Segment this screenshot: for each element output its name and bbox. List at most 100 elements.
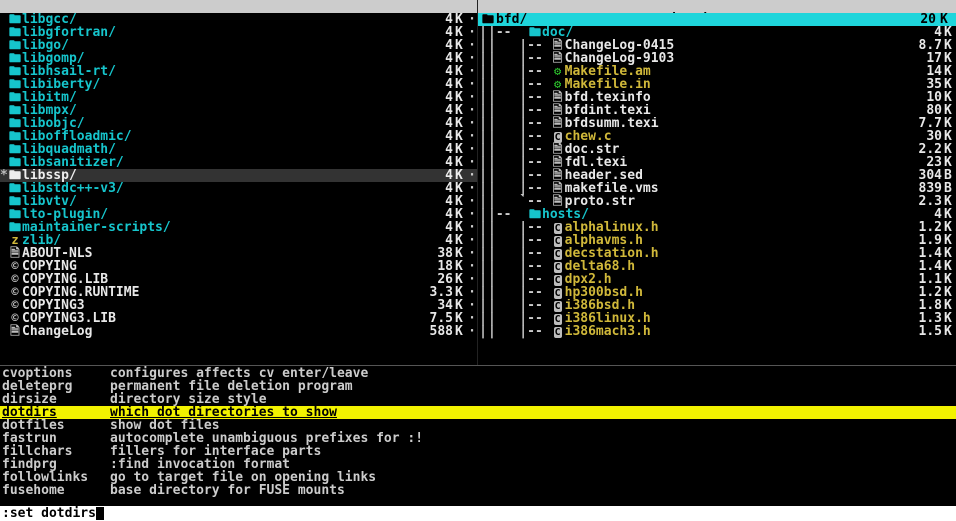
list-item[interactable]: libgo/4 K·	[0, 39, 477, 52]
file-name: ChangeLog-9103	[565, 52, 890, 65]
doc-icon	[551, 195, 565, 208]
list-item[interactable]: libhsail-rt/4 K·	[0, 65, 477, 78]
c-icon	[551, 299, 565, 312]
list-item[interactable]: libgfortran/4 K·	[0, 26, 477, 39]
list-item[interactable]: lto-plugin/4 K·	[0, 208, 477, 221]
doc-icon	[8, 325, 22, 338]
c-icon	[551, 234, 565, 247]
option-desc: base directory for FUSE mounts	[110, 484, 956, 497]
column-divider: |	[478, 325, 488, 338]
left-pane-title: ~/repos/gcc	[0, 0, 477, 13]
list-item[interactable]: libitm/4 K·	[0, 91, 477, 104]
list-item[interactable]: zlib/4 K·	[0, 234, 477, 247]
file-name: libstdc++-v3/	[22, 182, 401, 195]
list-item[interactable]: libobjc/4 K·	[0, 117, 477, 130]
file-name: bfd.texinfo	[565, 91, 890, 104]
file-size-unit: K	[944, 325, 956, 338]
file-name: libmpx/	[22, 104, 401, 117]
file-name: ABOUT-NLS	[22, 247, 401, 260]
list-item[interactable]: libsanitizer/4 K·	[0, 156, 477, 169]
command-line[interactable]: :set dotdirs	[0, 506, 956, 521]
right-header-unit: K	[940, 13, 952, 26]
file-name: bfdsumm.texi	[565, 117, 890, 130]
list-item[interactable]: COPYING334 K·	[0, 299, 477, 312]
c-icon	[551, 312, 565, 325]
c-icon	[551, 325, 565, 338]
right-header-row[interactable]: bfd/ 20 K	[478, 13, 956, 26]
option-name: fusehome	[0, 484, 110, 497]
file-name: libiberty/	[22, 78, 401, 91]
file-name: COPYING.RUNTIME	[22, 286, 401, 299]
options-popup[interactable]: cvoptionsconfigures affects cv enter/lea…	[0, 365, 956, 506]
file-name: hp300bsd.h	[565, 286, 890, 299]
list-item[interactable]: COPYING.RUNTIME3.3 K·	[0, 286, 477, 299]
list-item[interactable]: ABOUT-NLS38 K·	[0, 247, 477, 260]
file-name: COPYING3.LIB	[22, 312, 401, 325]
list-item[interactable]: libgcc/4 K·	[0, 13, 477, 26]
file-name: libgfortran/	[22, 26, 401, 39]
file-name: libquadmath/	[22, 143, 401, 156]
file-name: chew.c	[565, 130, 890, 143]
right-pane[interactable]: [tree] @ ~/repos/binutils-gdb bfd/ 20 K …	[478, 0, 956, 365]
file-name: i386mach3.h	[565, 325, 890, 338]
list-item[interactable]: libiberty/4 K·	[0, 78, 477, 91]
file-name: ChangeLog	[22, 325, 401, 338]
doc-icon	[551, 117, 565, 130]
left-file-list[interactable]: libgcc/4 K· libgfortran/4 K· libgo/4 K· …	[0, 13, 477, 365]
list-item[interactable]: ChangeLog588 K·	[0, 325, 477, 338]
file-name: doc.str	[565, 143, 890, 156]
list-item[interactable]: liboffloadmic/4 K·	[0, 130, 477, 143]
file-name: libhsail-rt/	[22, 65, 401, 78]
right-pane-title: [tree] @ ~/repos/binutils-gdb	[478, 0, 956, 13]
file-name: i386linux.h	[565, 312, 890, 325]
c-icon	[551, 286, 565, 299]
file-name: delta68.h	[565, 260, 890, 273]
file-name: fdl.texi	[565, 156, 890, 169]
file-name: Makefile.am	[565, 65, 890, 78]
list-item[interactable]: libvtv/4 K·	[0, 195, 477, 208]
right-header-name: bfd/	[496, 13, 920, 26]
list-item[interactable]: COPYING3.LIB7.5 K·	[0, 312, 477, 325]
list-item[interactable]: *libssp/4 K·	[0, 169, 477, 182]
list-item[interactable]: libmpx/4 K·	[0, 104, 477, 117]
left-pane[interactable]: ~/repos/gcc libgcc/4 K· libgfortran/4 K·…	[0, 0, 478, 365]
file-name: i386bsd.h	[565, 299, 890, 312]
file-name: maintainer-scripts/	[22, 221, 401, 234]
file-name: lto-plugin/	[22, 208, 401, 221]
file-name: COPYING3	[22, 299, 401, 312]
file-name: libssp/	[22, 169, 401, 182]
file-name: COPYING.LIB	[22, 273, 401, 286]
command-text: :set dotdirs	[2, 507, 96, 520]
file-name: hosts/	[542, 208, 890, 221]
list-item[interactable]: libgomp/4 K·	[0, 52, 477, 65]
file-name: alphalinux.h	[565, 221, 890, 234]
file-name: liboffloadmic/	[22, 130, 401, 143]
file-name: bfdint.texi	[565, 104, 890, 117]
c-icon	[551, 221, 565, 234]
file-size-unit: K	[455, 325, 467, 338]
file-name: proto.str	[565, 195, 890, 208]
column-divider: ·	[467, 325, 477, 338]
list-item[interactable]: libquadmath/4 K·	[0, 143, 477, 156]
list-item[interactable]: maintainer-scripts/4 K·	[0, 221, 477, 234]
c-icon	[551, 273, 565, 286]
list-item[interactable]: COPYING18 K·	[0, 260, 477, 273]
file-name: libitm/	[22, 91, 401, 104]
tree-item[interactable]: || `-- proto.str2.3 K	[478, 195, 956, 208]
right-tree-list[interactable]: ||-- doc/4 K|| |-- ChangeLog-04158.7 K||…	[478, 26, 956, 365]
right-header-size: 20	[920, 13, 940, 26]
file-name: libgomp/	[22, 52, 401, 65]
file-name: libsanitizer/	[22, 156, 401, 169]
file-name: libobjc/	[22, 117, 401, 130]
option-row[interactable]: fusehomebase directory for FUSE mounts	[0, 484, 956, 497]
file-name: libvtv/	[22, 195, 401, 208]
list-item[interactable]: COPYING.LIB26 K·	[0, 273, 477, 286]
tree-pipe: | |--	[488, 325, 551, 338]
list-item[interactable]: libstdc++-v3/4 K·	[0, 182, 477, 195]
tree-item[interactable]: || |-- i386mach3.h1.5 K	[478, 325, 956, 338]
c-icon	[551, 247, 565, 260]
file-name: doc/	[542, 26, 890, 39]
cursor	[96, 507, 104, 520]
mark	[0, 325, 8, 338]
c-icon	[551, 260, 565, 273]
